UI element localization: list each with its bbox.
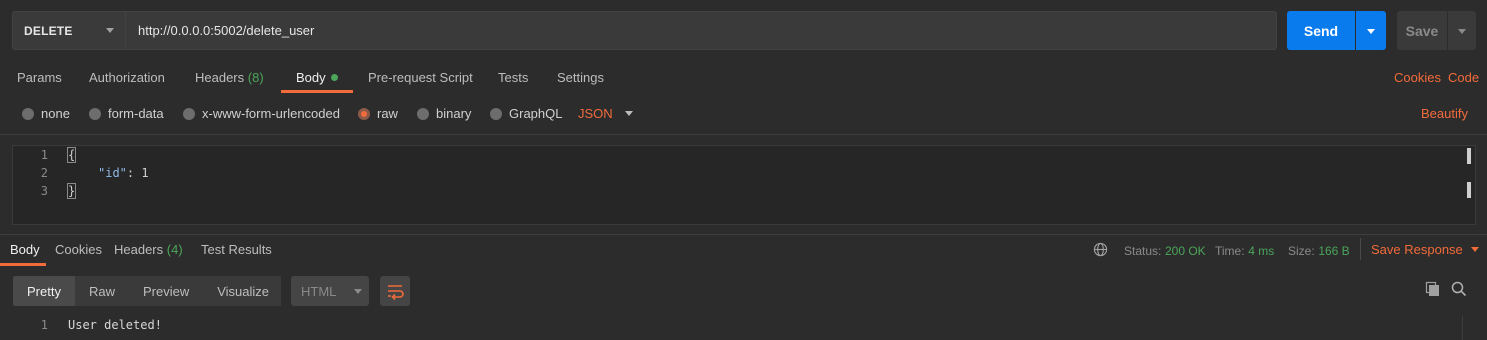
line-number: 3 — [40, 184, 48, 198]
response-view-selector: Pretty Raw Preview Visualize — [13, 276, 281, 306]
json-value: 1 — [141, 166, 149, 180]
radio-graphql-label: GraphQL — [509, 106, 563, 121]
chevron-down-icon — [1458, 28, 1466, 34]
radio-icon — [183, 107, 195, 120]
send-options-button[interactable] — [1356, 11, 1386, 50]
radio-icon — [490, 107, 502, 120]
method-select[interactable]: DELETE — [12, 11, 126, 50]
line-number: 1 — [40, 148, 48, 162]
radio-graphql[interactable]: GraphQL — [490, 106, 562, 121]
code-line: "id": 1 — [98, 166, 149, 180]
radio-icon — [89, 107, 101, 120]
tab-body[interactable]: Body — [296, 70, 338, 85]
time-value: 4 ms — [1248, 244, 1275, 258]
view-preview[interactable]: Preview — [129, 276, 203, 306]
radio-none-label: none — [41, 106, 70, 121]
radio-form-data[interactable]: form-data — [89, 106, 164, 121]
copy-icon[interactable] — [1425, 281, 1441, 300]
search-icon[interactable] — [1451, 281, 1467, 300]
format-select[interactable]: JSON — [578, 106, 633, 121]
chevron-down-icon — [1470, 247, 1479, 252]
editor-scrollbar[interactable] — [1467, 148, 1471, 164]
tab-settings[interactable]: Settings — [557, 70, 604, 85]
response-tab-test-results[interactable]: Test Results — [201, 242, 272, 257]
radio-none[interactable]: none — [22, 106, 70, 121]
close-brace: } — [66, 183, 77, 199]
response-format-select[interactable]: HTML — [291, 276, 369, 306]
response-tab-body[interactable]: Body — [10, 242, 40, 257]
globe-icon[interactable] — [1093, 242, 1108, 260]
time-label: Time: — [1215, 244, 1245, 258]
tab-body-label: Body — [296, 70, 326, 85]
send-button[interactable]: Send — [1287, 11, 1355, 50]
json-colon: : — [126, 166, 142, 180]
tab-headers-label: Headers — [195, 70, 245, 85]
chevron-down-icon — [1367, 28, 1375, 34]
tab-authorization[interactable]: Authorization — [89, 70, 165, 85]
divider — [0, 134, 1487, 135]
format-label: JSON — [578, 106, 613, 121]
url-text: http://0.0.0.0:5002/delete_user — [138, 23, 315, 38]
radio-urlencoded-label: x-www-form-urlencoded — [202, 106, 340, 121]
radio-form-data-label: form-data — [108, 106, 164, 121]
line-number: 2 — [40, 166, 48, 180]
method-label: DELETE — [24, 23, 73, 38]
radio-icon — [22, 107, 34, 120]
radio-raw[interactable]: raw — [358, 106, 398, 121]
url-input[interactable]: http://0.0.0.0:5002/delete_user — [126, 11, 1277, 50]
view-raw[interactable]: Raw — [75, 276, 129, 306]
size-label: Size: — [1288, 244, 1315, 258]
json-key: "id" — [98, 166, 127, 180]
cookies-link[interactable]: Cookies — [1394, 70, 1441, 85]
wrap-icon — [388, 285, 404, 301]
tab-params[interactable]: Params — [17, 70, 62, 85]
wrap-lines-button[interactable] — [380, 276, 410, 306]
status-label: Status: — [1124, 244, 1162, 258]
chevron-down-icon — [106, 28, 114, 33]
line-number: 1 — [40, 318, 48, 332]
status-value: 200 OK — [1164, 244, 1206, 258]
view-pretty[interactable]: Pretty — [13, 276, 75, 306]
open-brace: { — [66, 147, 77, 163]
response-size: Size: 166 B — [1288, 243, 1350, 258]
save-button[interactable]: Save — [1397, 11, 1447, 50]
divider — [0, 234, 1487, 235]
body-modified-indicator — [330, 74, 338, 81]
view-visualize[interactable]: Visualize — [203, 276, 283, 306]
save-response-button[interactable]: Save Response — [1371, 242, 1479, 257]
radio-binary-label: binary — [436, 106, 472, 121]
save-response-label: Save Response — [1371, 242, 1463, 257]
radio-checked-icon — [358, 107, 370, 120]
response-status: Status: 200 OK — [1124, 243, 1206, 258]
code-link[interactable]: Code — [1448, 70, 1479, 85]
radio-binary[interactable]: binary — [417, 106, 471, 121]
response-format-label: HTML — [301, 283, 337, 299]
request-body-editor[interactable] — [12, 145, 1476, 225]
response-tab-headers[interactable]: Headers (4) — [114, 242, 183, 257]
headers-count: (8) — [247, 70, 264, 85]
response-tab-headers-label: Headers — [114, 242, 164, 257]
response-scrollbar-track — [1462, 316, 1463, 340]
response-time: Time: 4 ms — [1215, 243, 1274, 258]
radio-urlencoded[interactable]: x-www-form-urlencoded — [183, 106, 340, 121]
radio-raw-label: raw — [377, 106, 398, 121]
active-tab-underline — [0, 263, 46, 266]
divider — [1360, 238, 1361, 260]
response-headers-count: (4) — [166, 242, 183, 257]
response-body-text: User deleted! — [68, 318, 162, 332]
size-value: 166 B — [1318, 244, 1350, 258]
response-tab-cookies[interactable]: Cookies — [55, 242, 102, 257]
tab-headers[interactable]: Headers (8) — [195, 70, 264, 85]
radio-icon — [417, 107, 429, 120]
chevron-down-icon — [624, 111, 633, 116]
beautify-link[interactable]: Beautify — [1421, 106, 1468, 121]
tab-tests[interactable]: Tests — [498, 70, 528, 85]
tab-prerequest-script[interactable]: Pre-request Script — [368, 70, 473, 85]
editor-scrollbar[interactable] — [1467, 182, 1471, 198]
chevron-down-icon — [354, 288, 363, 294]
save-options-button[interactable] — [1448, 11, 1476, 50]
active-tab-underline — [281, 90, 353, 93]
